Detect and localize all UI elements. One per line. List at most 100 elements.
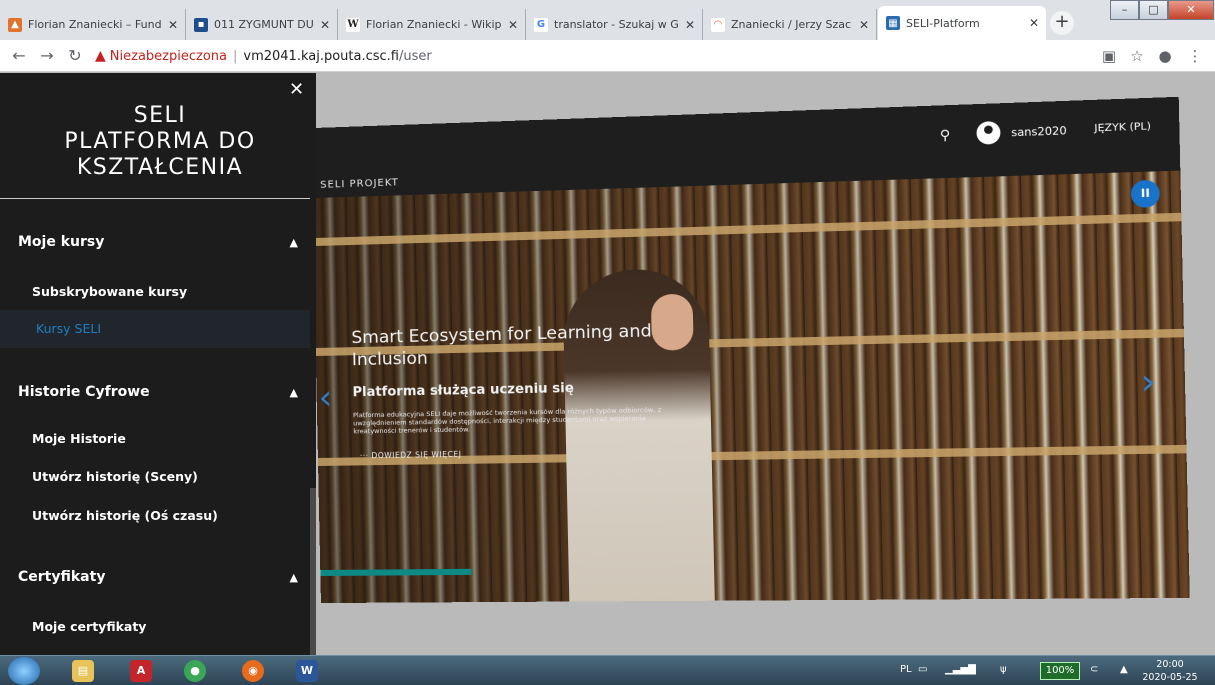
- close-window-button[interactable]: ✕: [1168, 0, 1214, 20]
- browser-tab-strip: ▲ Florian Znaniecki – Fund ✕ ▪ 011 ZYGMU…: [0, 0, 1215, 40]
- section-title: Certyfikaty: [18, 569, 106, 585]
- close-tab-icon[interactable]: ✕: [858, 18, 870, 32]
- section-historie-cyfrowe[interactable]: Historie Cyfrowe ▲: [18, 384, 302, 400]
- project-label[interactable]: SELI PROJEKT: [320, 177, 399, 191]
- bookmark-star-icon[interactable]: ☆: [1126, 45, 1148, 67]
- tab-title: Znaniecki / Jerzy Szacki.: [731, 18, 852, 31]
- close-tab-icon[interactable]: ✕: [1028, 16, 1040, 30]
- brand-line-3: KSZTAŁCENIA: [76, 155, 244, 180]
- sidebar-item-moje-certyfikaty[interactable]: Moje certyfikaty: [32, 619, 146, 634]
- warning-icon: ▲: [95, 48, 106, 64]
- tab-title: 011 ZYGMUNT DULCZEW: [214, 18, 313, 31]
- username[interactable]: sans2020: [1011, 125, 1067, 139]
- site-icon: ▪: [194, 17, 208, 32]
- wikipedia-icon: W: [346, 17, 360, 32]
- carousel-progress: [320, 568, 472, 577]
- power-plug-icon[interactable]: ⊂: [1090, 664, 1098, 675]
- forward-arrow-icon[interactable]: →: [36, 45, 58, 67]
- minimize-button[interactable]: –: [1110, 0, 1139, 20]
- sidebar-brand: SELI PLATFORMA DO KSZTAŁCENIA: [20, 103, 300, 181]
- book-icon: ▲: [8, 17, 22, 32]
- keyboard-icon[interactable]: ▭: [918, 664, 927, 675]
- tab-florian-znaniecki-fund[interactable]: ▲ Florian Znaniecki – Fund ✕: [0, 9, 186, 40]
- rainbow-icon: ◠: [711, 17, 725, 32]
- address-bar[interactable]: ▲ Niezabezpieczona | vm2041.kaj.pouta.cs…: [95, 44, 1095, 68]
- windows-taskbar: ▤ A ● ◉ W PL ▭ ▁▃▅▇ ψ 100% ⊂ ▲ 20:00 202…: [0, 655, 1215, 685]
- sidebar-item-kursy-seli[interactable]: Kursy SELI: [0, 310, 310, 348]
- tab-title: translator - Szukaj w Go: [554, 18, 678, 31]
- close-tab-icon[interactable]: ✕: [319, 18, 331, 32]
- menu-dots-icon[interactable]: ⋮: [1184, 45, 1206, 67]
- clock-time: 20:00: [1156, 659, 1184, 670]
- hero-carousel: II ‹ › Smart Ecosystem for Learning and …: [316, 170, 1190, 604]
- main-content: SELI PROJEKT ⚲ sans2020 JĘZYK (PL) II ‹ …: [316, 73, 1215, 655]
- reload-icon[interactable]: ↻: [64, 45, 86, 67]
- sidebar-item-subskrybowane-kursy[interactable]: Subskrybowane kursy: [32, 284, 187, 299]
- profile-icon[interactable]: ●: [1154, 45, 1176, 67]
- sidebar-divider: [0, 198, 310, 199]
- pdf-icon: A: [130, 660, 152, 682]
- shelf-decoration: [316, 212, 1182, 247]
- section-moje-kursy[interactable]: Moje kursy ▲: [18, 234, 302, 250]
- close-tab-icon[interactable]: ✕: [684, 18, 696, 32]
- learn-more-label: DOWIEDZ SIĘ WIĘCEJ: [371, 449, 462, 461]
- sidebar-item-moje-historie[interactable]: Moje Historie: [32, 431, 126, 446]
- maximize-button[interactable]: □: [1139, 0, 1168, 20]
- search-icon[interactable]: ⚲: [940, 128, 951, 144]
- chevron-left-icon[interactable]: ‹: [318, 378, 332, 418]
- pause-icon[interactable]: II: [1130, 179, 1161, 208]
- chevron-up-icon[interactable]: ▲: [290, 386, 298, 399]
- start-button[interactable]: [8, 657, 40, 685]
- close-sidebar-icon[interactable]: ✕: [289, 79, 304, 100]
- section-title: Moje kursy: [18, 234, 105, 250]
- section-title: Historie Cyfrowe: [18, 384, 150, 400]
- sidebar-item-utworz-historie-os-czasu[interactable]: Utwórz historię (Oś czasu): [32, 508, 218, 523]
- tab-wikipedia[interactable]: W Florian Znaniecki - Wikip ✕: [338, 9, 526, 40]
- google-icon: G: [534, 17, 548, 32]
- clock-date: 2020-05-25: [1142, 672, 1198, 683]
- page-stage: SELI PROJEKT ⚲ sans2020 JĘZYK (PL) II ‹ …: [316, 96, 1190, 604]
- translate-icon[interactable]: ▣: [1098, 45, 1120, 67]
- window-controls: – □ ✕: [1110, 0, 1214, 20]
- close-tab-icon[interactable]: ✕: [507, 18, 519, 32]
- more-dots-icon: ···: [359, 451, 372, 461]
- chevron-right-icon[interactable]: ›: [1140, 361, 1156, 403]
- taskbar-clock[interactable]: 20:00 2020-05-25: [1140, 658, 1200, 684]
- chevron-up-icon[interactable]: ▲: [290, 571, 298, 584]
- close-tab-icon[interactable]: ✕: [167, 18, 179, 32]
- tab-google-translator[interactable]: G translator - Szukaj w Go ✕: [526, 9, 703, 40]
- battery-indicator[interactable]: 100%: [1040, 662, 1080, 680]
- taskbar-word[interactable]: W: [282, 658, 332, 684]
- url-host: vm2041.kaj.pouta.csc.fi: [243, 48, 399, 64]
- chrome-icon: ●: [184, 660, 206, 682]
- folder-icon: ▤: [72, 660, 94, 682]
- language-selector[interactable]: JĘZYK (PL): [1094, 121, 1151, 135]
- show-hidden-icons[interactable]: ▲: [1120, 664, 1128, 675]
- wifi-icon[interactable]: ψ: [1000, 664, 1007, 675]
- section-certyfikaty[interactable]: Certyfikaty ▲: [18, 569, 302, 585]
- url-path: /user: [399, 48, 432, 64]
- tab-znaniecki-szacki[interactable]: ◠ Znaniecki / Jerzy Szacki. ✕: [703, 9, 877, 40]
- address-separator: |: [232, 48, 238, 64]
- taskbar-firefox[interactable]: ◉: [228, 658, 278, 684]
- tab-seli-platform[interactable]: ▦ SELI-Platform ✕: [878, 6, 1046, 40]
- chevron-up-icon[interactable]: ▲: [290, 236, 298, 249]
- taskbar-acrobat[interactable]: A: [116, 658, 166, 684]
- tab-title: SELI-Platform: [906, 16, 980, 30]
- new-tab-button[interactable]: +: [1050, 11, 1074, 35]
- input-language[interactable]: PL: [900, 664, 912, 675]
- user-avatar-icon[interactable]: [976, 120, 1001, 145]
- security-warning[interactable]: Niezabezpieczona: [110, 49, 227, 64]
- brand-line-2: PLATFORMA DO: [64, 129, 256, 154]
- tab-zygmunt-dulczewski[interactable]: ▪ 011 ZYGMUNT DULCZEW ✕: [186, 9, 338, 40]
- tab-title: Florian Znaniecki – Fund: [28, 18, 161, 31]
- word-icon: W: [296, 660, 318, 682]
- signal-bars-icon[interactable]: ▁▃▅▇: [945, 664, 976, 675]
- tab-title: Florian Znaniecki - Wikip: [366, 18, 501, 31]
- taskbar-explorer[interactable]: ▤: [58, 658, 108, 684]
- sidebar-item-utworz-historie-sceny[interactable]: Utwórz historię (Sceny): [32, 469, 198, 484]
- back-arrow-icon[interactable]: ←: [8, 45, 30, 67]
- learn-more-link[interactable]: ··· DOWIEDZ SIĘ WIĘCEJ: [360, 450, 462, 461]
- seli-icon: ▦: [886, 16, 900, 30]
- taskbar-chrome[interactable]: ●: [170, 658, 220, 684]
